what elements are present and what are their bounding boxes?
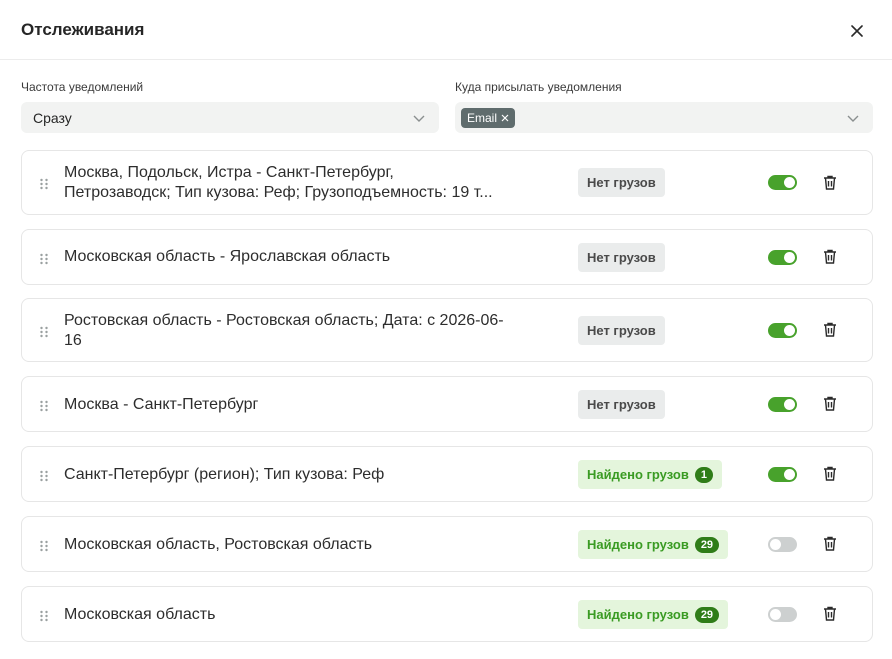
route-line: Ростовская область - Ростовская область;…: [64, 312, 504, 329]
route-text: Ростовская область - Ростовская область;…: [64, 311, 524, 351]
toggle-knob: [784, 177, 795, 188]
count-badge: 29: [694, 536, 720, 553]
subscription-row: Московская область Найдено грузов 29: [21, 586, 873, 642]
status-badge: Найдено грузов 1: [578, 460, 722, 489]
enable-toggle[interactable]: [768, 537, 797, 552]
toggle-knob: [770, 609, 781, 620]
trash-icon[interactable]: [823, 396, 837, 411]
route-line: Московская область: [64, 606, 216, 623]
chip-remove-icon[interactable]: [501, 111, 509, 125]
chevron-down-icon: [846, 111, 860, 125]
email-chip[interactable]: Email: [461, 108, 516, 128]
toggle-knob: [784, 252, 795, 263]
subscription-row: Санкт-Петербург (регион); Тип кузова: Ре…: [21, 446, 873, 502]
count-badge: 29: [694, 606, 720, 623]
route-line: Москва - Санкт-Петербург: [64, 396, 259, 413]
drag-handle-icon[interactable]: [39, 539, 49, 552]
trash-icon[interactable]: [823, 536, 837, 551]
trash-icon[interactable]: [823, 466, 837, 481]
dialog-header: Отслеживания: [0, 0, 892, 60]
trash-icon[interactable]: [823, 606, 837, 621]
drag-handle-icon[interactable]: [39, 399, 49, 412]
enable-toggle[interactable]: [768, 607, 797, 622]
frequency-select[interactable]: Сразу: [21, 102, 439, 133]
status-label: Найдено грузов: [587, 537, 689, 552]
route-line: 16: [64, 332, 82, 349]
subscription-row: Ростовская область - Ростовская область;…: [21, 298, 873, 362]
chip-label: Email: [467, 111, 498, 125]
route-line: Петрозаводск; Тип кузова: Реф; Грузоподъ…: [64, 184, 493, 201]
drag-handle-icon[interactable]: [39, 469, 49, 482]
status-label: Найдено грузов: [587, 607, 689, 622]
route-text: Московская область: [64, 605, 524, 625]
dialog-title: Отслеживания: [21, 20, 145, 39]
drag-handle-icon[interactable]: [39, 177, 49, 190]
route-text: Санкт-Петербург (регион); Тип кузова: Ре…: [64, 465, 524, 485]
status-label: Найдено грузов: [587, 467, 689, 482]
status-label: Нет грузов: [587, 250, 656, 265]
route-line: Санкт-Петербург (регион); Тип кузова: Ре…: [64, 466, 385, 483]
subscription-row: Москва - Санкт-Петербург Нет грузов: [21, 376, 873, 432]
status-badge: Нет грузов: [578, 390, 665, 419]
route-text: Москва - Санкт-Петербург: [64, 395, 524, 415]
frequency-label: Частота уведомлений: [21, 80, 144, 94]
drag-handle-icon[interactable]: [39, 325, 49, 338]
enable-toggle[interactable]: [768, 175, 797, 190]
trash-icon[interactable]: [823, 322, 837, 337]
toggle-knob: [784, 399, 795, 410]
subscription-row: Московская область, Ростовская область Н…: [21, 516, 873, 572]
route-line: Москва, Подольск, Истра - Санкт-Петербур…: [64, 164, 394, 181]
status-badge: Найдено грузов 29: [578, 600, 729, 629]
trash-icon[interactable]: [823, 249, 837, 264]
destination-label: Куда присылать уведомления: [455, 80, 622, 94]
drag-handle-icon[interactable]: [39, 609, 49, 622]
status-label: Нет грузов: [587, 175, 656, 190]
chevron-down-icon: [412, 111, 426, 125]
enable-toggle[interactable]: [768, 397, 797, 412]
toggle-knob: [770, 539, 781, 550]
route-text: Московская область - Ярославская область: [64, 247, 524, 267]
status-label: Нет грузов: [587, 323, 656, 338]
frequency-value: Сразу: [33, 110, 72, 126]
status-badge: Нет грузов: [578, 168, 665, 197]
status-badge: Найдено грузов 29: [578, 530, 729, 559]
route-text: Московская область, Ростовская область: [64, 535, 524, 555]
close-icon[interactable]: [846, 20, 868, 42]
toggle-knob: [784, 469, 795, 480]
status-badge: Нет грузов: [578, 316, 665, 345]
enable-toggle[interactable]: [768, 323, 797, 338]
route-text: Москва, Подольск, Истра - Санкт-Петербур…: [64, 163, 524, 203]
subscription-row: Московская область - Ярославская область…: [21, 229, 873, 285]
count-badge: 1: [694, 466, 713, 483]
destination-select[interactable]: Email: [455, 102, 873, 133]
enable-toggle[interactable]: [768, 467, 797, 482]
subscription-row: Москва, Подольск, Истра - Санкт-Петербур…: [21, 150, 873, 215]
status-badge: Нет грузов: [578, 243, 665, 272]
enable-toggle[interactable]: [768, 250, 797, 265]
drag-handle-icon[interactable]: [39, 252, 49, 265]
status-label: Нет грузов: [587, 397, 656, 412]
route-line: Московская область, Ростовская область: [64, 536, 373, 553]
route-line: Московская область - Ярославская область: [64, 248, 391, 265]
toggle-knob: [784, 325, 795, 336]
trash-icon[interactable]: [823, 175, 837, 190]
